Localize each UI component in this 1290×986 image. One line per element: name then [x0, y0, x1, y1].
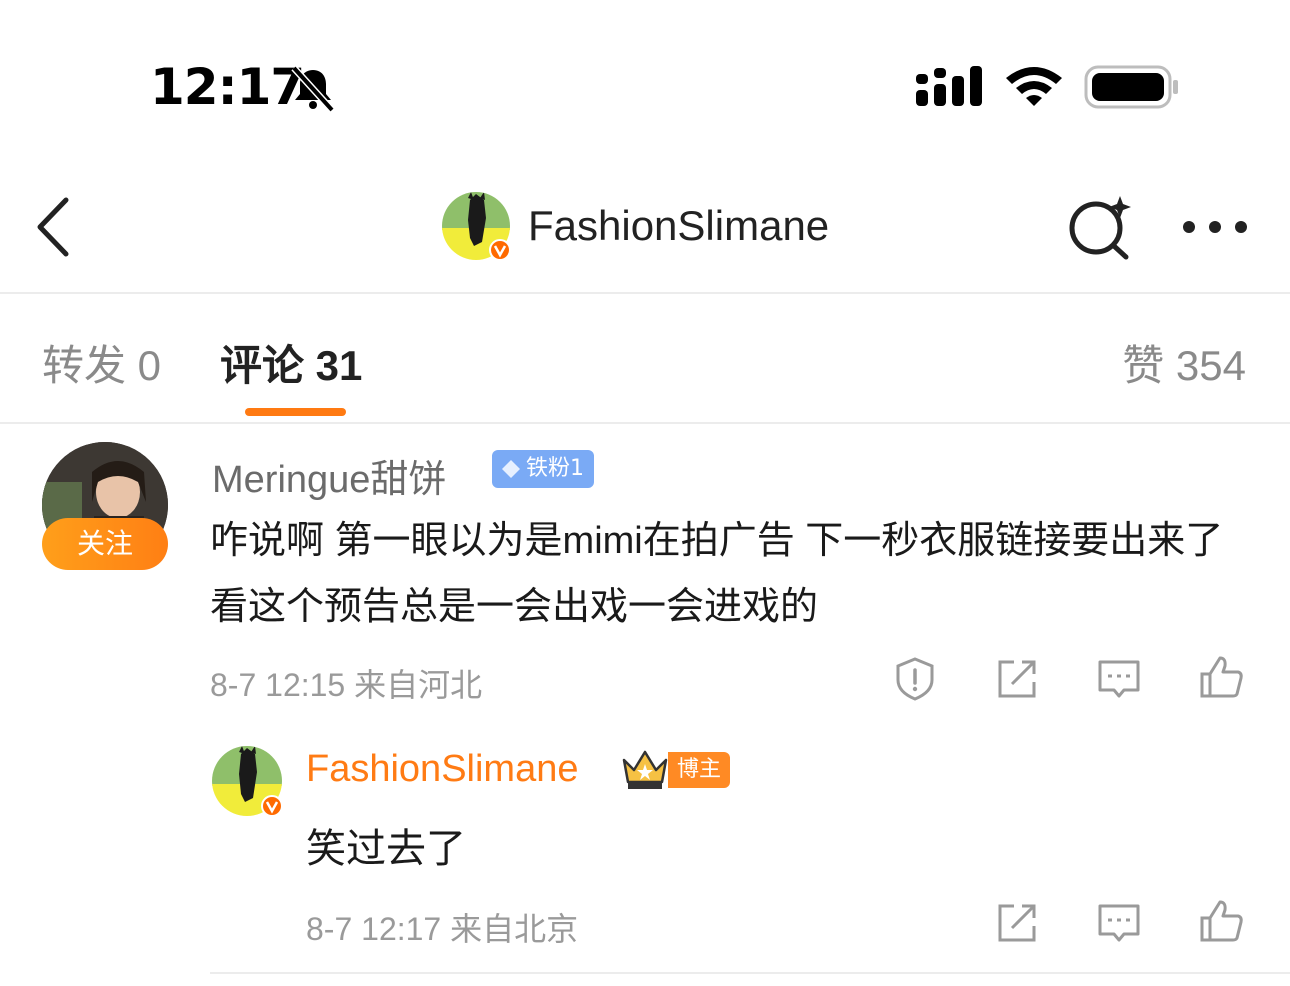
reply-meta: 8-7 12:17 来自北京	[306, 911, 579, 947]
repost-icon[interactable]	[994, 656, 1040, 702]
report-icon[interactable]	[892, 656, 938, 702]
reply-repost-icon[interactable]	[994, 900, 1040, 946]
reply-comment-icon[interactable]	[1096, 900, 1142, 946]
tab-comments[interactable]: 评论 31	[220, 332, 362, 393]
bell-slash-icon	[291, 65, 335, 112]
fan-badge: 铁粉1	[492, 450, 594, 488]
reply-like-icon[interactable]	[1198, 898, 1244, 944]
status-bar: 12:17	[0, 0, 1290, 160]
like-icon[interactable]	[1198, 654, 1244, 700]
comment-text: 咋说啊 第一眼以为是mimi在拍广告 下一秒衣服链接要出来了 看这个预告总是一会…	[210, 520, 1224, 628]
more-icon[interactable]	[1180, 212, 1250, 242]
reply-username[interactable]: FashionSlimane	[306, 748, 578, 791]
comment-divider	[210, 972, 1290, 974]
status-time: 12:17	[150, 58, 305, 116]
tab-reposts[interactable]: 转发 0	[42, 332, 161, 393]
reply-text: 笑过去了	[306, 827, 466, 871]
nav-bar: FashionSlimane	[0, 160, 1290, 294]
battery-icon	[1084, 65, 1178, 109]
back-chevron-icon[interactable]	[30, 192, 80, 262]
active-tab-indicator	[245, 408, 346, 416]
cellular-signal-icon	[916, 66, 982, 106]
commenter-username[interactable]: Meringue甜饼	[212, 448, 446, 503]
wifi-icon	[1006, 67, 1062, 106]
comment-item: 关注 Meringue甜饼 铁粉1 咋说啊 第一眼以为是mimi在拍广告 下一秒…	[0, 426, 1290, 986]
fan-badge-label: 铁粉1	[526, 456, 584, 481]
comment-meta: 8-7 12:15 来自河北	[210, 667, 483, 703]
search-sparkle-icon[interactable]	[1066, 194, 1136, 260]
author-badge: 博主	[668, 752, 730, 788]
tab-bar: 转发 0 评论 31 赞 354	[0, 296, 1290, 424]
page-title: FashionSlimane	[528, 202, 830, 249]
author-avatar[interactable]	[440, 190, 512, 262]
comment-icon[interactable]	[1096, 656, 1142, 702]
crown-icon	[622, 750, 668, 789]
reply-author-avatar[interactable]	[210, 744, 284, 818]
follow-button[interactable]: 关注	[42, 518, 168, 570]
diamond-icon	[502, 460, 520, 478]
tab-likes[interactable]: 赞 354	[1122, 332, 1246, 393]
